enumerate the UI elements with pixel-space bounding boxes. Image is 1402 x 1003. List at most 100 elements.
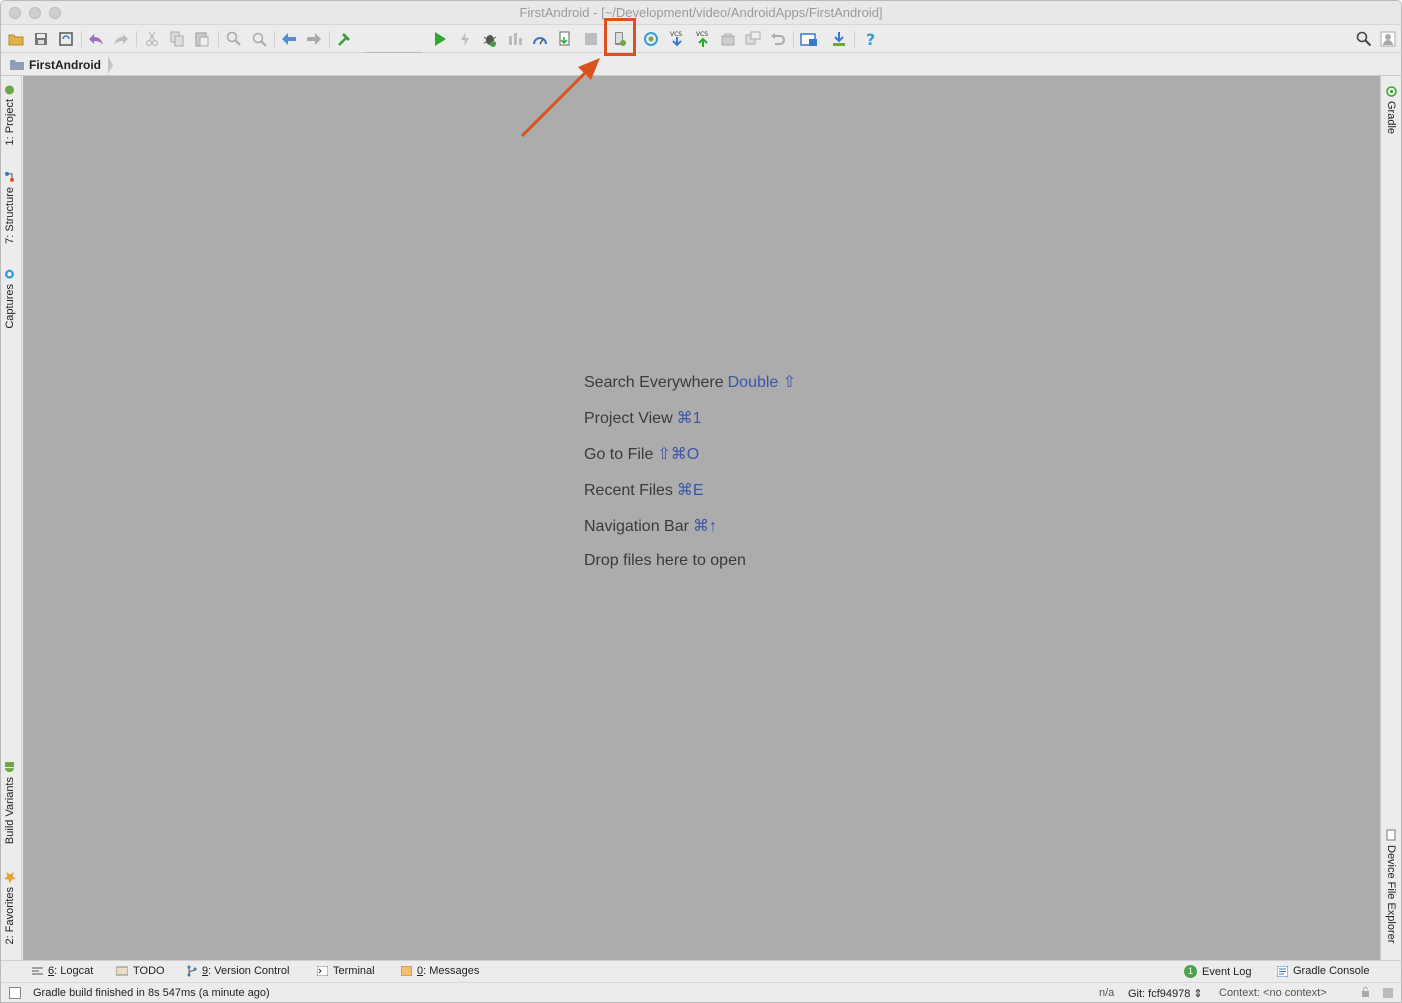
undo-icon[interactable] xyxy=(87,30,105,48)
title-bar: FirstAndroid - [~/Development/video/Andr… xyxy=(1,1,1401,25)
hint-shortcut: ⇧⌘O xyxy=(657,446,700,463)
hint-shortcut: ⌘1 xyxy=(676,410,702,427)
attach-debugger-icon[interactable] xyxy=(531,30,549,48)
tab-todo-label: TODO xyxy=(133,965,165,977)
sdk-manager-icon[interactable] xyxy=(642,30,660,48)
open-folder-icon[interactable] xyxy=(7,30,25,48)
highlight-annotation xyxy=(604,18,636,56)
make-project-icon[interactable] xyxy=(336,30,354,48)
gradle-console-icon xyxy=(1277,965,1288,977)
tab-gradle[interactable]: Gradle xyxy=(1385,86,1397,134)
android-icon xyxy=(5,762,15,772)
cut-icon[interactable] xyxy=(143,30,161,48)
tab-event-log-label: Event Log xyxy=(1202,965,1252,978)
structure-icon xyxy=(5,172,15,182)
hint-search-everywhere: Search Everywhere Double ⇧ xyxy=(584,372,796,408)
stop-icon[interactable] xyxy=(582,30,600,48)
editor-area[interactable]: Search Everywhere Double ⇧ Project View ⌘1… xyxy=(23,76,1381,960)
messages-icon xyxy=(401,966,412,976)
tab-version-control[interactable]: 9: Version Control xyxy=(187,965,289,977)
hint-drop-files: Drop files here to open xyxy=(584,552,796,588)
run-icon[interactable] xyxy=(431,30,449,48)
status-git-branch[interactable]: Git: fcf94978 ⇕ xyxy=(1128,987,1203,1000)
hint-go-to-file: Go to File ⇧⌘O xyxy=(584,444,796,480)
hint-label: Go to File xyxy=(584,446,654,463)
navigation-bar: FirstAndroid xyxy=(1,53,1401,76)
memory-indicator-icon[interactable] xyxy=(1382,987,1394,1002)
tab-build-variants[interactable]: Build Variants xyxy=(4,761,16,844)
right-tool-strip: Gradle Device File Explorer xyxy=(1380,76,1401,960)
help-icon[interactable]: ? xyxy=(862,30,880,48)
tab-messages-label: : Messages xyxy=(423,965,480,977)
replace-icon[interactable] xyxy=(250,30,268,48)
hint-project-view: Project View ⌘1 xyxy=(584,408,796,444)
attach-process-icon[interactable] xyxy=(556,30,574,48)
debug-icon[interactable] xyxy=(481,30,499,48)
tab-captures-label: Captures xyxy=(4,284,16,329)
paste-icon[interactable] xyxy=(193,30,211,48)
tab-logcat-label: : Logcat xyxy=(54,965,94,977)
status-context[interactable]: Context: <no context> xyxy=(1219,987,1327,999)
breadcrumb-project: FirstAndroid xyxy=(29,57,101,72)
copy-icon[interactable] xyxy=(168,30,186,48)
vcs-commit-icon[interactable]: VCS xyxy=(694,30,712,48)
bottom-tool-tabs: 6: Logcat TODO 9: Version Control Termin… xyxy=(1,960,1401,982)
svg-text:VCS: VCS xyxy=(696,31,708,38)
star-icon xyxy=(4,871,16,883)
tab-event-log[interactable]: 1 Event Log xyxy=(1184,965,1252,978)
tab-messages[interactable]: 0: Messages xyxy=(401,965,479,977)
annotation-arrow-icon xyxy=(520,58,600,138)
forward-icon[interactable] xyxy=(305,30,323,48)
gradle-icon xyxy=(1385,86,1397,97)
sync-icon[interactable] xyxy=(57,30,75,48)
left-tool-strip: 1: Project 7: Structure Captures Build V… xyxy=(1,76,22,960)
device-icon xyxy=(1386,829,1396,841)
tab-version-control-label: : Version Control xyxy=(208,965,290,977)
tab-captures[interactable]: Captures xyxy=(4,269,16,329)
main-toolbar: app ▼ VCS VCS ? xyxy=(1,25,1401,73)
vcs-history-icon[interactable] xyxy=(719,30,737,48)
status-message: Gradle build finished in 8s 547ms (a min… xyxy=(33,987,270,999)
android-device-icon[interactable] xyxy=(830,30,848,48)
hint-shortcut: ⌘↑ xyxy=(692,518,717,535)
redo-icon[interactable] xyxy=(112,30,130,48)
hint-label: Drop files here to open xyxy=(584,552,746,569)
hint-label: Recent Files xyxy=(584,482,673,499)
save-icon[interactable] xyxy=(32,30,50,48)
profile-icon[interactable] xyxy=(506,30,524,48)
tab-logcat[interactable]: 6: Logcat xyxy=(32,965,93,977)
tab-structure[interactable]: 7: Structure xyxy=(4,171,16,244)
status-position: n/a xyxy=(1099,987,1115,999)
back-icon[interactable] xyxy=(280,30,298,48)
window-title: FirstAndroid - [~/Development/video/Andr… xyxy=(519,5,883,20)
tool-windows-toggle-icon[interactable] xyxy=(9,987,21,999)
terminal-icon xyxy=(317,966,328,976)
captures-icon xyxy=(5,270,15,279)
apply-changes-icon[interactable] xyxy=(456,30,474,48)
tab-gradle-console[interactable]: Gradle Console xyxy=(1277,965,1369,977)
tab-todo[interactable]: TODO xyxy=(116,965,165,977)
tab-favorites[interactable]: 2: Favorites xyxy=(4,871,16,944)
hint-label: Search Everywhere xyxy=(584,374,724,391)
tab-gradle-console-label: Gradle Console xyxy=(1293,965,1370,977)
hint-shortcut: ⌘E xyxy=(676,482,704,499)
lock-icon[interactable] xyxy=(1361,987,1370,1000)
project-structure-icon[interactable] xyxy=(800,30,818,48)
ide-window: FirstAndroid - [~/Development/video/Andr… xyxy=(0,0,1402,1003)
editor-empty-hints: Search Everywhere Double ⇧ Project View ⌘1… xyxy=(584,372,796,588)
breadcrumb[interactable]: FirstAndroid xyxy=(9,56,113,74)
project-icon xyxy=(5,85,15,94)
todo-icon xyxy=(116,966,128,976)
event-log-badge: 1 xyxy=(1184,965,1197,978)
vcs-revert-icon[interactable] xyxy=(769,30,787,48)
find-icon[interactable] xyxy=(225,30,243,48)
user-account-icon[interactable] xyxy=(1379,30,1397,48)
tab-favorites-label: 2: Favorites xyxy=(4,887,16,945)
search-everywhere-icon[interactable] xyxy=(1355,30,1373,48)
vcs-update-icon[interactable]: VCS xyxy=(668,30,686,48)
tab-device-file-explorer-label: Device File Explorer xyxy=(1385,845,1397,944)
tab-device-file-explorer[interactable]: Device File Explorer xyxy=(1385,829,1397,943)
tab-terminal[interactable]: Terminal xyxy=(317,965,375,977)
tab-project[interactable]: 1: Project xyxy=(4,84,16,145)
vcs-diff-icon[interactable] xyxy=(744,30,762,48)
